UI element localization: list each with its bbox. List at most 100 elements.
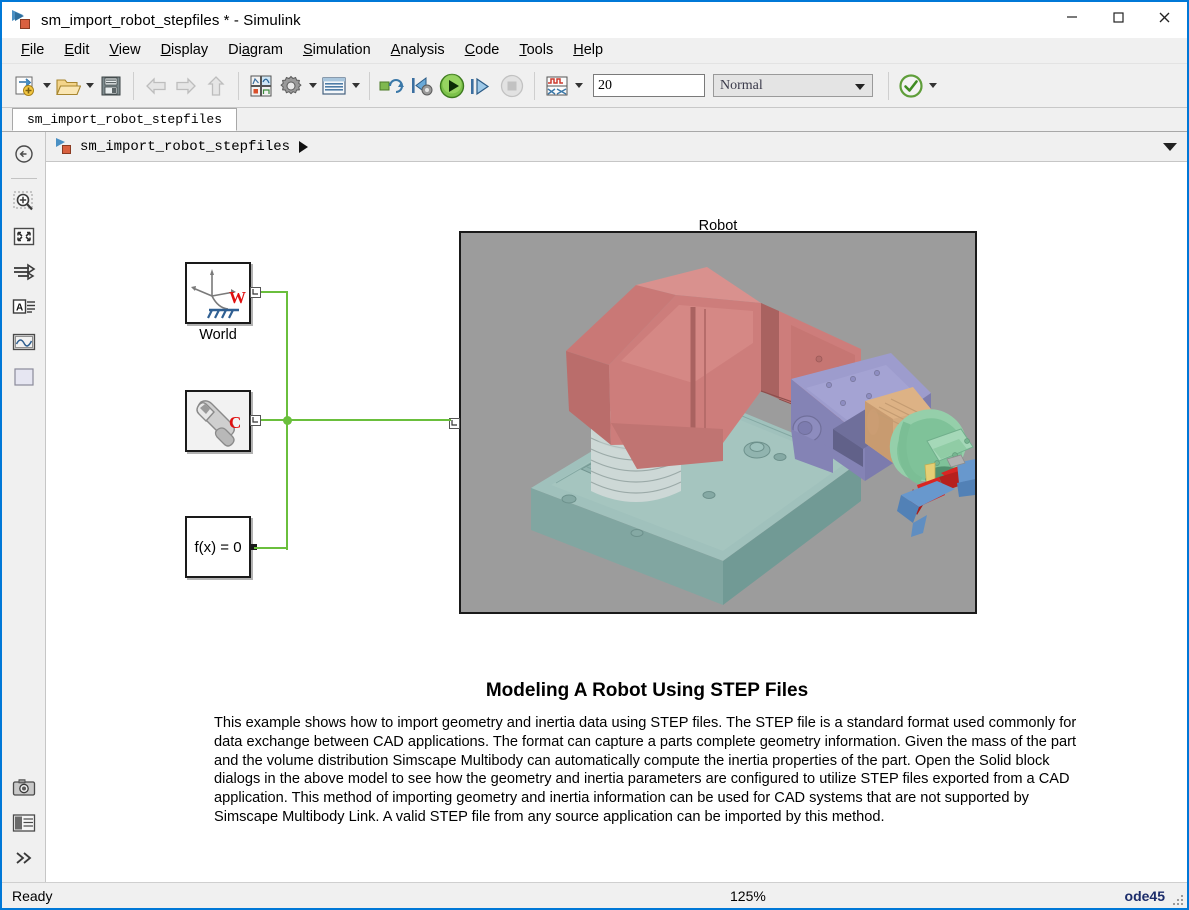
chevron-down-icon: [85, 83, 94, 88]
update-diagram-button[interactable]: [377, 71, 407, 101]
breadcrumb: sm_import_robot_stepfiles: [46, 132, 1187, 162]
stop-time-input[interactable]: [593, 74, 705, 97]
window-controls: [1049, 2, 1187, 38]
toolbar-separator: [369, 71, 370, 100]
left-toolbar: A: [2, 132, 46, 882]
wire-solver-horizontal[interactable]: [254, 547, 288, 549]
model-explorer-button[interactable]: [319, 71, 349, 101]
sidebar-fit-to-view-button[interactable]: [9, 222, 39, 252]
sidebar-signal-routing-button[interactable]: [9, 257, 39, 287]
title-bar: sm_import_robot_stepfiles * - Simulink: [2, 2, 1187, 38]
sidebar-back-button[interactable]: [9, 139, 39, 169]
step-forward-button[interactable]: [467, 71, 497, 101]
annotation-body: This example shows how to import geometr…: [214, 715, 1077, 825]
stop-button[interactable]: [497, 71, 527, 101]
tab-sm-import-robot-stepfiles[interactable]: sm_import_robot_stepfiles: [12, 108, 238, 131]
open-model-dropdown[interactable]: [83, 71, 96, 101]
menu-analysis[interactable]: Analysis: [381, 40, 455, 61]
simulation-mode-value: Normal: [720, 77, 763, 93]
model-advisor-button[interactable]: [896, 71, 926, 101]
close-button[interactable]: [1141, 2, 1187, 32]
world-frame-output-port[interactable]: [250, 287, 261, 298]
status-bar: Ready 125% ode45: [2, 882, 1187, 908]
sidebar-scope-button[interactable]: [9, 327, 39, 357]
world-frame-block[interactable]: W: [185, 262, 251, 324]
minimize-button[interactable]: [1049, 2, 1095, 32]
model-configuration-button[interactable]: [276, 71, 306, 101]
menu-file[interactable]: File: [11, 40, 54, 61]
svg-text:C: C: [229, 413, 241, 432]
model-canvas[interactable]: Robot W World C f(x) = 0 Modeling A Robo…: [46, 162, 1187, 882]
simulation-mode-select[interactable]: Normal: [713, 74, 873, 97]
menu-edit[interactable]: Edit: [54, 40, 99, 61]
robot-3d-render: [461, 233, 975, 612]
solver-configuration-label: f(x) = 0: [194, 538, 242, 556]
chevron-down-icon: [351, 83, 360, 88]
new-model-dropdown[interactable]: [40, 71, 53, 101]
sidebar-camera-button[interactable]: [9, 773, 39, 803]
sidebar-area-button[interactable]: [9, 362, 39, 392]
wire-junction: [283, 416, 292, 425]
toolbar: Normal: [2, 64, 1187, 108]
simulation-data-inspector-dropdown[interactable]: [572, 71, 585, 101]
sidebar-expand-button[interactable]: [9, 843, 39, 873]
resize-grip[interactable]: [1172, 894, 1184, 906]
menu-view[interactable]: View: [99, 40, 150, 61]
mechanism-configuration-output-port[interactable]: [250, 415, 261, 426]
svg-text:W: W: [229, 288, 246, 307]
world-frame-label: World: [199, 327, 237, 343]
save-model-button[interactable]: [96, 71, 126, 101]
simulink-model-icon: [56, 138, 74, 155]
step-back-button[interactable]: [407, 71, 437, 101]
menu-tools[interactable]: Tools: [509, 40, 563, 61]
maximize-button[interactable]: [1095, 2, 1141, 32]
forward-button[interactable]: [171, 71, 201, 101]
toolbar-separator: [888, 71, 889, 100]
world-frame-icon: W: [191, 269, 246, 319]
zoom-level[interactable]: 125%: [730, 888, 766, 904]
menu-simulation[interactable]: Simulation: [293, 40, 381, 61]
menu-help[interactable]: Help: [563, 40, 613, 61]
new-model-button[interactable]: [10, 71, 40, 101]
simulation-data-inspector-button[interactable]: [542, 71, 572, 101]
status-message: Ready: [12, 887, 53, 904]
menu-display[interactable]: Display: [151, 40, 219, 61]
sidebar-layout-button[interactable]: [9, 808, 39, 838]
library-browser-button[interactable]: [246, 71, 276, 101]
breadcrumb-next-icon: [299, 140, 309, 153]
model-tab-label: sm_import_robot_stepfiles: [27, 112, 223, 127]
toolbar-separator: [238, 71, 239, 100]
solver-configuration-block[interactable]: f(x) = 0: [185, 516, 251, 578]
menu-code[interactable]: Code: [455, 40, 510, 61]
canvas-column: sm_import_robot_stepfiles Robot W World …: [46, 132, 1187, 882]
chevron-down-icon: [42, 83, 51, 88]
simulink-model-icon: [12, 10, 34, 30]
up-to-parent-button[interactable]: [201, 71, 231, 101]
menu-bar: File Edit View Display Diagram Simulatio…: [2, 38, 1187, 64]
chevron-down-icon: [308, 83, 317, 88]
model-configuration-dropdown[interactable]: [306, 71, 319, 101]
robot-subsystem-block[interactable]: [459, 231, 977, 614]
toolbar-separator: [133, 71, 134, 100]
model-advisor-dropdown[interactable]: [926, 71, 939, 101]
sidebar-divider: [10, 178, 37, 179]
wire-world-horizontal[interactable]: [261, 291, 288, 293]
back-button[interactable]: [141, 71, 171, 101]
menu-diagram[interactable]: Diagram: [218, 40, 293, 61]
simulink-window: sm_import_robot_stepfiles * - Simulink F…: [0, 0, 1189, 910]
breadcrumb-model-label[interactable]: sm_import_robot_stepfiles: [80, 139, 290, 155]
sidebar-annotation-button[interactable]: A: [9, 292, 39, 322]
open-model-button[interactable]: [53, 71, 83, 101]
solver-name[interactable]: ode45: [1125, 888, 1165, 904]
mechanism-configuration-block[interactable]: C: [185, 390, 251, 452]
run-button[interactable]: [437, 71, 467, 101]
chevron-down-icon[interactable]: [1163, 142, 1177, 151]
model-explorer-dropdown[interactable]: [349, 71, 362, 101]
window-title: sm_import_robot_stepfiles * - Simulink: [41, 11, 301, 29]
chevron-down-icon: [574, 83, 583, 88]
editor-body: A sm_import_robot_stepfiles Robot W Worl…: [2, 132, 1187, 882]
chevron-down-icon: [855, 84, 865, 90]
model-tab-strip: sm_import_robot_stepfiles: [2, 108, 1187, 132]
sidebar-zoom-button[interactable]: [9, 187, 39, 217]
svg-text:A: A: [16, 303, 23, 314]
